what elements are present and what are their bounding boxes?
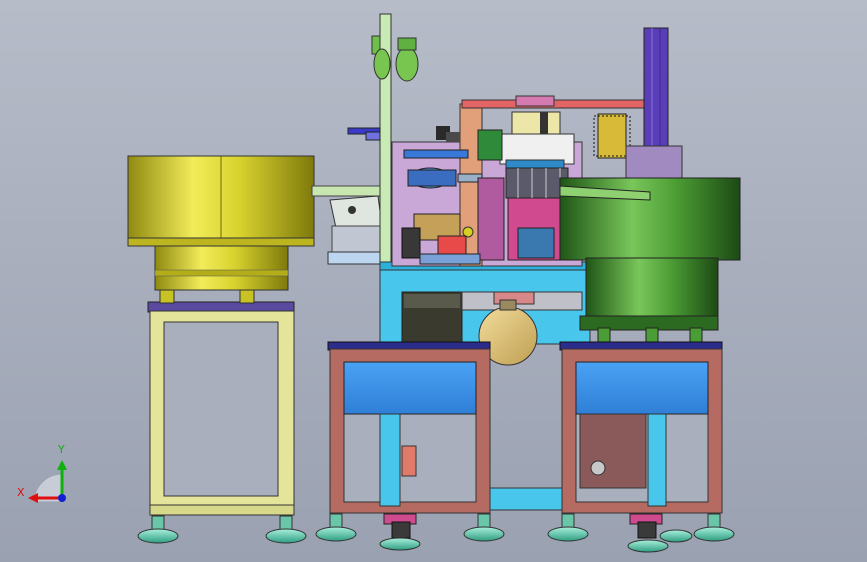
left-bowl-feeder[interactable] bbox=[127, 155, 315, 291]
machine-assembly-model[interactable] bbox=[0, 0, 867, 562]
x-axis-arrowhead bbox=[28, 493, 38, 503]
coordinate-triad[interactable] bbox=[28, 460, 67, 503]
y-axis-arrowhead bbox=[57, 460, 67, 470]
right-cabinet[interactable] bbox=[559, 341, 723, 514]
z-axis-dot bbox=[58, 494, 66, 502]
x-axis-label: X bbox=[17, 486, 25, 499]
left-cabinet[interactable] bbox=[327, 341, 491, 514]
left-bowl-legs bbox=[159, 288, 255, 304]
right-bowl-feeder[interactable] bbox=[559, 177, 741, 331]
base-cross-beam[interactable] bbox=[489, 487, 563, 511]
cad-viewport[interactable]: X Y bbox=[0, 0, 867, 562]
y-axis-label: Y bbox=[58, 443, 65, 456]
caster-wheels bbox=[379, 513, 669, 553]
left-feeder-stand[interactable] bbox=[147, 301, 295, 516]
left-feed-chute[interactable] bbox=[311, 185, 389, 265]
